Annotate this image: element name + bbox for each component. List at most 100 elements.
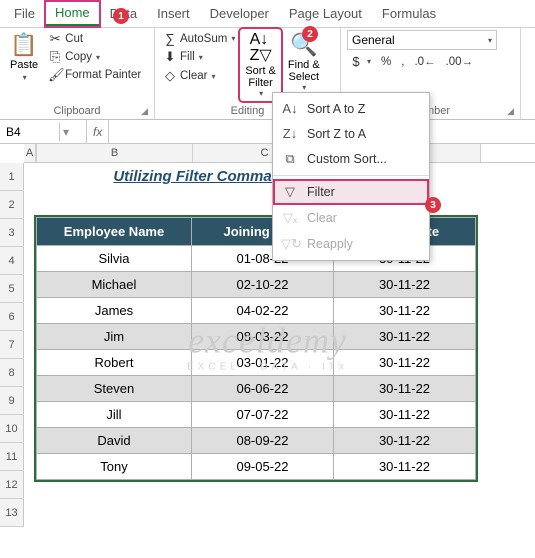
autosum-button[interactable]: ∑AutoSum▾	[161, 30, 237, 47]
name-box[interactable]: B4	[0, 123, 60, 141]
cell[interactable]: 02-10-22	[192, 272, 334, 298]
cell[interactable]: David	[37, 428, 192, 454]
row-header[interactable]: 6	[0, 303, 24, 331]
cell[interactable]: 06-06-22	[192, 376, 334, 402]
paste-button[interactable]: 📋 Paste▾	[6, 30, 42, 85]
fill-icon: ⬇	[163, 49, 177, 65]
cell[interactable]: 07-07-22	[192, 402, 334, 428]
row-header[interactable]: 3	[0, 219, 24, 247]
cell[interactable]: 30-11-22	[334, 428, 476, 454]
sort-filter-button[interactable]: A↓Z▽ Sort & Filter ▾	[241, 30, 280, 100]
dollar-icon: $	[349, 54, 363, 69]
menu-sort-za[interactable]: Z↓Sort Z to A	[273, 121, 429, 146]
row-header[interactable]: 13	[0, 499, 24, 527]
row-header[interactable]: 4	[0, 247, 24, 275]
custom-sort-icon: ⧉	[281, 151, 299, 167]
menu-filter[interactable]: ▽Filter	[273, 179, 429, 205]
ribbon: 📋 Paste▾ ✂Cut ⎘Copy▾ 🖌Format Painter Cli…	[0, 28, 535, 120]
cell[interactable]: 30-11-22	[334, 350, 476, 376]
table-row[interactable]: Steven06-06-2230-11-22	[37, 376, 476, 402]
cell[interactable]: 03-01-22	[192, 350, 334, 376]
row-header[interactable]: 2	[0, 191, 24, 219]
table-row[interactable]: Michael02-10-2230-11-22	[37, 272, 476, 298]
row-header[interactable]: 11	[0, 443, 24, 471]
table-row[interactable]: James04-02-2230-11-22	[37, 298, 476, 324]
cell[interactable]: 30-11-22	[334, 272, 476, 298]
copy-button[interactable]: ⎘Copy▾	[46, 48, 143, 66]
col-header-b[interactable]: B	[36, 144, 193, 162]
menu-sort-az[interactable]: A↓Sort A to Z	[273, 96, 429, 121]
scissors-icon: ✂	[48, 31, 62, 47]
cell[interactable]: Steven	[37, 376, 192, 402]
cell[interactable]: 04-02-22	[192, 298, 334, 324]
format-painter-button[interactable]: 🖌Format Painter	[46, 66, 143, 84]
row-header[interactable]: 7	[0, 331, 24, 359]
menu-custom-sort[interactable]: ⧉Custom Sort...	[273, 146, 429, 172]
tab-home[interactable]: Home	[45, 1, 100, 27]
cut-button[interactable]: ✂Cut	[46, 30, 143, 48]
tab-file[interactable]: File	[4, 2, 45, 25]
tab-insert[interactable]: Insert	[147, 2, 200, 25]
cell[interactable]: James	[37, 298, 192, 324]
table-row[interactable]: Robert03-01-2230-11-22	[37, 350, 476, 376]
cell[interactable]: Tony	[37, 454, 192, 480]
th-name[interactable]: Employee Name	[37, 218, 192, 246]
row-headers: 12345678910111213	[0, 163, 24, 527]
cell[interactable]: 09-05-22	[192, 454, 334, 480]
cell[interactable]: 30-11-22	[334, 376, 476, 402]
paste-label: Paste	[10, 59, 38, 71]
percent-icon: %	[381, 56, 391, 68]
comma-icon: ,	[401, 56, 404, 68]
formula-bar-row: B4 ▾ fx	[0, 120, 535, 144]
reapply-icon: ▽↻	[281, 236, 299, 252]
dialog-launcher-icon[interactable]: ◢	[507, 106, 514, 117]
funnel-icon: ▽	[281, 184, 299, 200]
table-row[interactable]: David08-09-2230-11-22	[37, 428, 476, 454]
decrease-decimal-icon: .00→	[446, 56, 474, 68]
eraser-icon: ◇	[163, 68, 177, 84]
sort-filter-menu: A↓Sort A to Z Z↓Sort Z to A ⧉Custom Sort…	[272, 92, 430, 261]
cell[interactable]: 08-09-22	[192, 428, 334, 454]
table-row[interactable]: Tony09-05-2230-11-22	[37, 454, 476, 480]
annotation-badge-2: 2	[302, 26, 318, 42]
grid: 12345678910111213 Utilizing Filter Comma…	[0, 163, 535, 527]
table-row[interactable]: Jill07-07-2230-11-22	[37, 402, 476, 428]
sort-za-icon: Z↓	[281, 126, 299, 141]
currency-button[interactable]: $▾	[347, 53, 373, 70]
cell[interactable]: Jill	[37, 402, 192, 428]
tab-formulas[interactable]: Formulas	[372, 2, 446, 25]
tab-developer[interactable]: Developer	[200, 2, 279, 25]
increase-decimal-button[interactable]: .0←	[412, 55, 437, 69]
percent-button[interactable]: %	[379, 55, 393, 69]
fill-button[interactable]: ⬇Fill▾	[161, 48, 237, 66]
cell[interactable]: Robert	[37, 350, 192, 376]
row-header[interactable]: 1	[0, 163, 24, 191]
row-header[interactable]: 10	[0, 415, 24, 443]
row-header[interactable]: 8	[0, 359, 24, 387]
cell[interactable]: 08-03-22	[192, 324, 334, 350]
cell[interactable]: Jim	[37, 324, 192, 350]
increase-decimal-icon: .0←	[414, 56, 435, 68]
clear-button[interactable]: ◇Clear▾	[161, 67, 237, 85]
group-clipboard-label: Clipboard◢	[6, 103, 148, 119]
tab-pagelayout[interactable]: Page Layout	[279, 2, 372, 25]
cell[interactable]: Michael	[37, 272, 192, 298]
row-header[interactable]: 12	[0, 471, 24, 499]
cell[interactable]: 30-11-22	[334, 454, 476, 480]
menu-clear: ▽ₓClear	[273, 205, 429, 231]
cell[interactable]: 30-11-22	[334, 324, 476, 350]
row-header[interactable]: 9	[0, 387, 24, 415]
number-format-select[interactable]: General▾	[347, 30, 497, 50]
col-header-a[interactable]: A	[24, 144, 36, 162]
decrease-decimal-button[interactable]: .00→	[444, 55, 476, 69]
table-row[interactable]: Jim08-03-2230-11-22	[37, 324, 476, 350]
paintbrush-icon: 🖌	[48, 67, 62, 83]
fx-button[interactable]: fx	[86, 120, 109, 143]
comma-button[interactable]: ,	[399, 55, 406, 69]
cell[interactable]: Silvia	[37, 246, 192, 272]
cell[interactable]: 30-11-22	[334, 298, 476, 324]
cell[interactable]: 30-11-22	[334, 402, 476, 428]
dialog-launcher-icon[interactable]: ◢	[141, 106, 148, 117]
annotation-badge-1: 1	[113, 8, 129, 24]
row-header[interactable]: 5	[0, 275, 24, 303]
